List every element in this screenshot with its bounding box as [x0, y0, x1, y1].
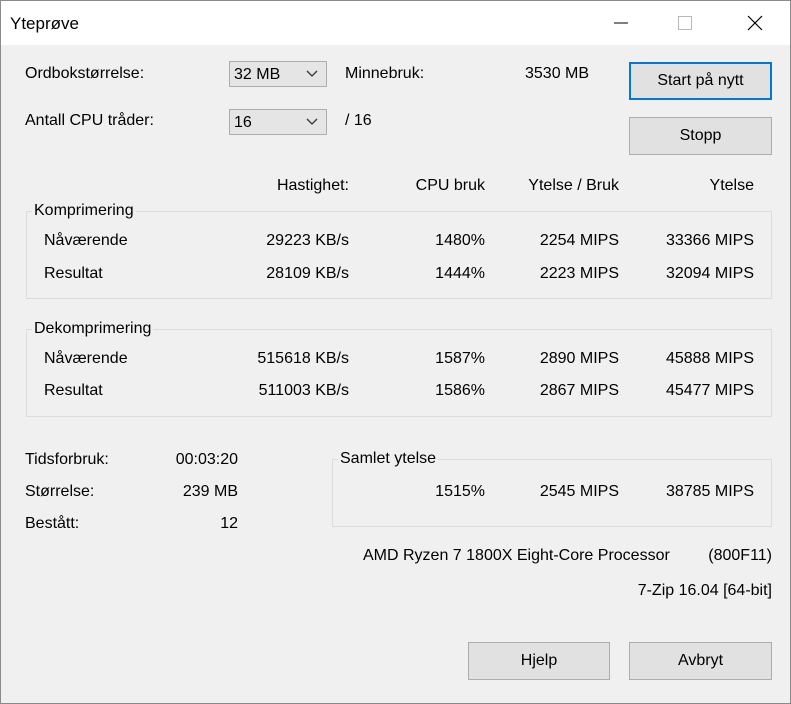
decompression-current-label: Nåværende: [44, 350, 128, 367]
compression-group: [26, 211, 772, 299]
compression-current-label: Nåværende: [44, 232, 128, 249]
passed-label: Bestått:: [25, 515, 80, 532]
benchmark-window: Yteprøve Ordbokstørrelse: 32 MB Minnebru…: [0, 0, 791, 704]
chevron-down-icon: [306, 70, 318, 77]
memory-usage-value: 3530 MB: [525, 65, 590, 82]
compression-current-cpu: 1480%: [435, 232, 485, 249]
dictionary-size-value: 32 MB: [234, 66, 281, 83]
passed-value: 12: [220, 515, 238, 532]
column-header-perf-usage: Ytelse / Bruk: [528, 177, 619, 194]
stop-button[interactable]: Stopp: [629, 117, 772, 155]
compression-current-perf-usage: 2254 MIPS: [539, 232, 619, 249]
size-value: 239 MB: [182, 483, 238, 500]
cpu-threads-value: 16: [234, 114, 252, 131]
close-button[interactable]: [732, 1, 778, 45]
cpu-threads-total: / 16: [345, 112, 372, 129]
size-label: Størrelse:: [25, 483, 95, 500]
compression-result-perf: 32094 MIPS: [665, 265, 754, 282]
title-bar: Yteprøve: [1, 1, 790, 45]
chevron-down-icon: [306, 118, 318, 125]
decompression-result-label: Resultat: [44, 382, 103, 399]
decompression-result-cpu: 1586%: [435, 382, 485, 399]
decompression-result-perf: 45477 MIPS: [665, 382, 754, 399]
column-header-perf: Ytelse: [709, 177, 754, 194]
dictionary-size-select[interactable]: 32 MB: [229, 61, 327, 87]
cpu-name: AMD Ryzen 7 1800X Eight-Core Processor: [363, 547, 670, 564]
decompression-current-perf-usage: 2890 MIPS: [539, 350, 619, 367]
restart-button[interactable]: Start på nytt: [629, 62, 772, 100]
minimize-icon: [614, 22, 628, 24]
decompression-result-perf-usage: 2867 MIPS: [539, 382, 619, 399]
cpu-threads-select[interactable]: 16: [229, 109, 327, 135]
cpu-id: (800F11): [708, 547, 772, 564]
compression-result-speed: 28109 KB/s: [266, 265, 349, 282]
total-perf: 38785 MIPS: [665, 483, 754, 500]
compression-group-title: Komprimering: [32, 202, 136, 220]
total-performance-title: Samlet ytelse: [338, 450, 439, 468]
column-header-cpu: CPU bruk: [415, 177, 485, 194]
total-perf-usage: 2545 MIPS: [539, 483, 619, 500]
compression-current-speed: 29223 KB/s: [266, 232, 349, 249]
decompression-group: [26, 329, 772, 417]
column-header-speed: Hastighet:: [276, 177, 349, 194]
elapsed-time-value: 00:03:20: [175, 451, 238, 468]
cpu-threads-label: Antall CPU tråder:: [25, 112, 154, 129]
cancel-button[interactable]: Avbryt: [629, 642, 772, 680]
version-info: 7-Zip 16.04 [64-bit]: [637, 582, 772, 599]
compression-result-label: Resultat: [44, 265, 103, 282]
compression-result-perf-usage: 2223 MIPS: [539, 265, 619, 282]
minimize-button[interactable]: [598, 1, 644, 45]
maximize-button[interactable]: [662, 1, 708, 45]
decompression-result-speed: 511003 KB/s: [258, 382, 349, 399]
help-button[interactable]: Hjelp: [468, 642, 610, 680]
window-title: Yteprøve: [10, 14, 79, 33]
close-icon: [747, 15, 763, 31]
decompression-current-perf: 45888 MIPS: [665, 350, 754, 367]
decompression-current-speed: 515618 KB/s: [257, 350, 349, 367]
dictionary-size-label: Ordbokstørrelse:: [25, 65, 145, 82]
compression-result-cpu: 1444%: [435, 265, 485, 282]
decompression-group-title: Dekomprimering: [32, 320, 154, 338]
total-cpu: 1515%: [435, 483, 485, 500]
elapsed-time-label: Tidsforbruk:: [25, 451, 109, 468]
memory-usage-label: Minnebruk:: [345, 65, 425, 82]
maximize-icon: [678, 16, 692, 30]
decompression-current-cpu: 1587%: [435, 350, 485, 367]
compression-current-perf: 33366 MIPS: [665, 232, 754, 249]
